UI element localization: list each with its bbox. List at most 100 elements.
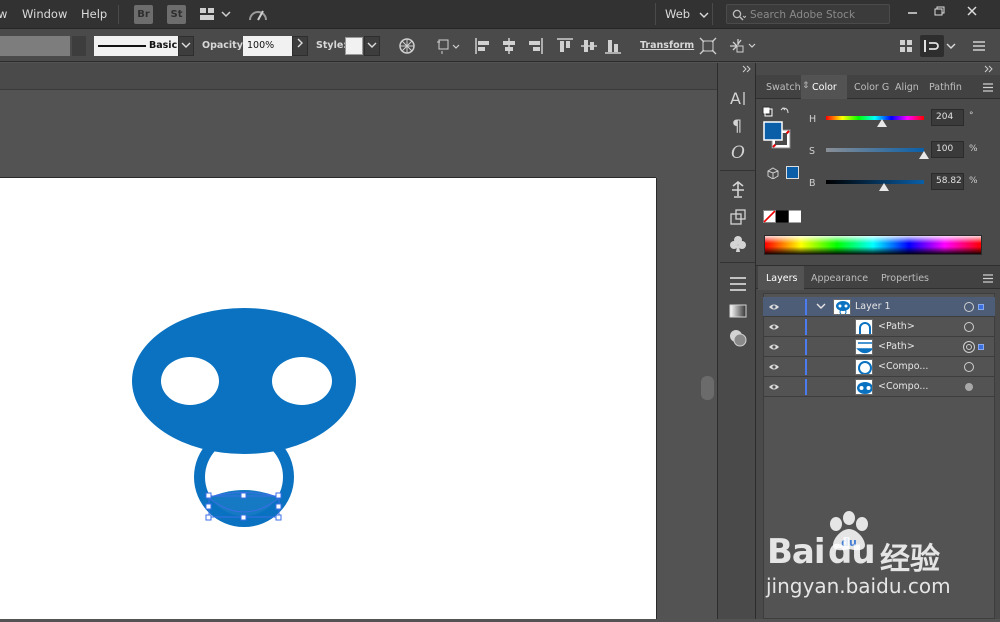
- tab-pathfinder[interactable]: Pathfin: [929, 82, 962, 93]
- gradient-panel-icon[interactable]: [728, 301, 748, 321]
- menu-window[interactable]: Window: [22, 7, 67, 21]
- layer-row[interactable]: <Path>: [763, 337, 995, 357]
- transparency-panel-icon[interactable]: [728, 328, 748, 348]
- layer-row[interactable]: Layer 1: [763, 297, 995, 317]
- artboard[interactable]: [0, 178, 656, 619]
- stroke-profile-dropdown[interactable]: [178, 36, 194, 56]
- opacity-expand-button[interactable]: [292, 36, 308, 56]
- expand-layer-chevron-icon[interactable]: [816, 303, 826, 311]
- hue-slider-thumb[interactable]: [876, 119, 887, 127]
- restore-button[interactable]: [927, 2, 952, 22]
- visibility-eye-icon[interactable]: [768, 361, 780, 373]
- hue-input[interactable]: 204: [931, 109, 964, 126]
- panel-menu-icon[interactable]: [982, 83, 994, 92]
- layer-target-selected-icon[interactable]: [963, 341, 975, 353]
- tab-appearance[interactable]: Appearance: [811, 273, 868, 284]
- tab-swatches[interactable]: Swatch: [766, 82, 801, 93]
- arrange-documents-icon[interactable]: [200, 7, 232, 24]
- stroke-weight-field[interactable]: [0, 36, 70, 56]
- menu-help[interactable]: Help: [81, 7, 107, 21]
- layer-target-icon[interactable]: [964, 302, 974, 312]
- minimize-button[interactable]: [900, 2, 925, 22]
- variable-width-profile[interactable]: Basic: [94, 36, 178, 56]
- tab-align[interactable]: Align: [895, 82, 919, 93]
- close-button[interactable]: [960, 2, 985, 22]
- search-adobe-stock-input[interactable]: Search Adobe Stock: [726, 4, 890, 24]
- saturation-slider-track[interactable]: [826, 148, 924, 152]
- align-to-selection-icon[interactable]: [436, 37, 460, 55]
- watermark-brand-suffix: du: [828, 532, 876, 572]
- color-spectrum-ramp[interactable]: [764, 235, 982, 255]
- stock-button[interactable]: St: [167, 5, 186, 24]
- nearest-web-color-swatch[interactable]: [786, 166, 799, 179]
- horizontal-align-center-icon[interactable]: [500, 37, 518, 55]
- white-swatch[interactable]: [789, 210, 801, 223]
- club-symbol-icon[interactable]: [728, 234, 748, 254]
- visibility-eye-icon[interactable]: [768, 321, 780, 333]
- brightness-slider-thumb[interactable]: [878, 183, 889, 191]
- tab-properties[interactable]: Properties: [881, 273, 929, 284]
- workspace-switcher[interactable]: Web: [655, 3, 713, 25]
- opentype-panel-icon[interactable]: O: [728, 142, 748, 163]
- symbols-panel-icon[interactable]: [728, 207, 748, 227]
- stroke-weight-dropdown[interactable]: [72, 36, 86, 56]
- vertical-align-top-icon[interactable]: [556, 37, 574, 55]
- document-scrollbar-thumb[interactable]: [701, 376, 714, 400]
- visibility-eye-icon[interactable]: [768, 301, 780, 313]
- chevron-down-icon[interactable]: [946, 43, 956, 49]
- hue-label: H: [809, 114, 817, 125]
- layer-row[interactable]: <Compo...: [763, 357, 995, 377]
- graphic-style-swatch[interactable]: [345, 37, 363, 55]
- hue-slider-track[interactable]: [826, 116, 924, 120]
- menu-view[interactable]: w: [0, 7, 7, 21]
- vertical-align-bottom-icon[interactable]: [604, 37, 622, 55]
- saturation-slider-thumb[interactable]: [919, 151, 929, 159]
- isolate-selected-icon[interactable]: [699, 37, 717, 55]
- fill-stroke-widget[interactable]: [762, 106, 794, 154]
- saturation-input[interactable]: 100: [931, 141, 964, 158]
- collapse-panels-icon[interactable]: [984, 65, 994, 73]
- brightness-slider-track[interactable]: [826, 180, 924, 184]
- gpu-performance-icon[interactable]: [248, 6, 268, 25]
- layer-target-icon[interactable]: [964, 322, 974, 332]
- arrange-panels-icon[interactable]: [897, 37, 915, 55]
- stroke-profile-label: Basic: [149, 40, 178, 51]
- panel-menu-icon[interactable]: [970, 37, 988, 55]
- stroke-panel-icon[interactable]: [728, 274, 748, 294]
- graphic-style-dropdown[interactable]: [364, 36, 380, 56]
- layer-selection-indicator[interactable]: [978, 344, 984, 350]
- puppet-warp-icon[interactable]: [728, 37, 756, 55]
- opacity-label: Opacity:: [202, 40, 247, 51]
- tab-color-guide[interactable]: Color G: [854, 82, 889, 93]
- none-swatch[interactable]: [763, 210, 776, 223]
- visibility-eye-icon[interactable]: [768, 341, 780, 353]
- control-panel-menu-button[interactable]: [920, 35, 944, 57]
- artwork-canvas[interactable]: [0, 178, 656, 619]
- swap-fill-stroke-icon[interactable]: [780, 107, 789, 114]
- visibility-eye-icon[interactable]: [768, 381, 780, 393]
- collapse-dock-icon[interactable]: [742, 65, 752, 73]
- watermark-brand: Bai: [767, 532, 826, 572]
- layer-target-filled-icon[interactable]: [965, 383, 973, 391]
- vertical-align-center-icon[interactable]: [580, 37, 598, 55]
- tab-layers[interactable]: Layers: [758, 266, 804, 290]
- bridge-button[interactable]: Br: [134, 5, 153, 24]
- paragraph-panel-icon[interactable]: ¶: [728, 115, 748, 135]
- black-swatch[interactable]: [776, 210, 788, 223]
- panel-menu-icon[interactable]: [982, 274, 994, 283]
- layer-row[interactable]: <Path>: [763, 317, 995, 337]
- layer-target-icon[interactable]: [964, 362, 974, 372]
- tab-color[interactable]: ⇕ Color: [801, 75, 847, 99]
- libraries-panel-icon[interactable]: [728, 180, 748, 200]
- layer-row[interactable]: <Compo...: [763, 377, 995, 397]
- brightness-input[interactable]: 58.82: [931, 173, 964, 190]
- horizontal-align-left-icon[interactable]: [474, 37, 492, 55]
- opacity-input[interactable]: 100%: [243, 36, 292, 56]
- layer-selection-indicator[interactable]: [978, 304, 984, 310]
- character-panel-icon[interactable]: A: [728, 88, 748, 108]
- horizontal-align-right-icon[interactable]: [526, 37, 544, 55]
- recolor-artwork-icon[interactable]: [398, 37, 416, 55]
- saturation-label: S: [809, 146, 816, 157]
- transform-link[interactable]: Transform: [640, 40, 694, 51]
- out-of-web-color-cube-icon[interactable]: [767, 167, 779, 179]
